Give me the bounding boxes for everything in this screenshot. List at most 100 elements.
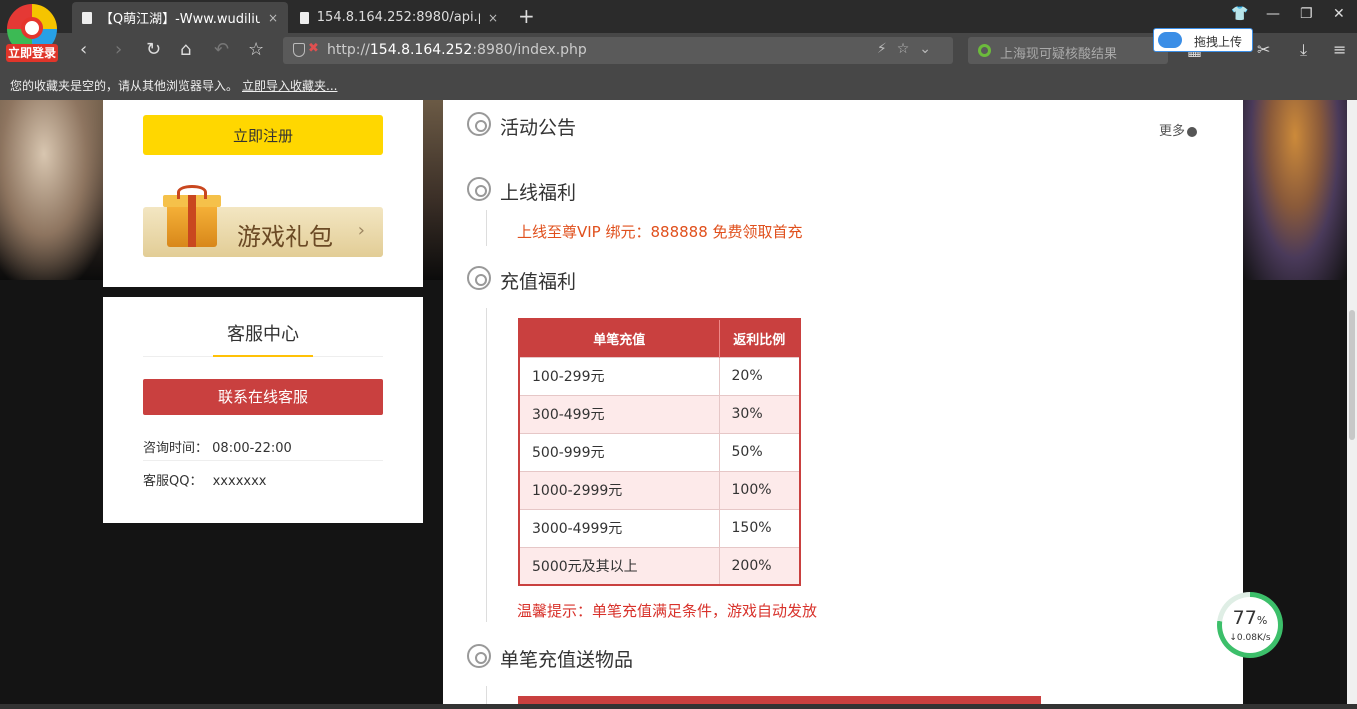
target-icon	[467, 644, 491, 668]
gift-label: 游戏礼包	[237, 223, 333, 251]
register-button[interactable]: 立即注册	[143, 115, 383, 155]
table-row: 100-299元 20%	[519, 356, 801, 395]
download-icon[interactable]: ⤓	[1300, 40, 1307, 60]
shirt-icon[interactable]: 👕	[1231, 6, 1248, 22]
tab-qmeng[interactable]: 【Q萌江湖】-Www.wudiliu.C ×	[72, 2, 288, 33]
table-row: 1000-2999元 100%	[519, 470, 801, 509]
service-qq: 客服QQ： xxxxxxx	[143, 470, 383, 489]
table-cell: 100-299元	[519, 356, 720, 395]
gift-icon	[163, 185, 221, 247]
rebate-table: 单笔充值 返利比例 100-299元 20% 300-499元 30% 500-…	[518, 318, 801, 586]
section-line	[486, 686, 487, 704]
chevron-right-icon: ›	[357, 220, 365, 241]
new-tab-button[interactable]: +	[518, 4, 535, 28]
bookmark-star-icon: ☆	[896, 41, 920, 57]
url-actions[interactable]: ⚡☆⌄	[877, 41, 941, 57]
more-dots-icon	[1187, 126, 1198, 137]
qq-label: 客服QQ：	[143, 474, 203, 489]
close-icon[interactable]: ×	[268, 11, 278, 25]
back-icon[interactable]: ‹	[80, 39, 87, 60]
qq-value: xxxxxxx	[212, 474, 267, 489]
speed-gauge: 77% ↓0.08K/s	[1222, 597, 1278, 653]
recharge-tip: 温馨提示：单笔充值满足条件，游戏自动发放	[517, 602, 818, 620]
target-icon	[467, 177, 491, 201]
register-card: 立即注册 游戏礼包 ›	[103, 100, 423, 287]
scrollbar-thumb[interactable]	[1349, 310, 1355, 440]
section-line	[486, 210, 487, 246]
table-cell: 1000-2999元	[519, 470, 720, 509]
service-hours: 咨询时间： 08:00-22:00	[143, 437, 383, 456]
undo-icon[interactable]: ↶	[214, 39, 229, 60]
table-header: 返利比例	[719, 319, 801, 357]
table-cell: 20%	[719, 356, 801, 395]
table-row: 5000元及其以上 200%	[519, 546, 801, 585]
login-badge[interactable]: 立即登录	[6, 44, 58, 62]
scissors-icon[interactable]: ✂	[1257, 40, 1270, 59]
table-header: 单笔充值	[519, 319, 720, 357]
upload-widget[interactable]: 拖拽上传	[1153, 28, 1253, 52]
more-label: 更多	[1159, 124, 1186, 139]
table-row: 3000-4999元 150%	[519, 508, 801, 547]
browser-logo[interactable]: 立即登录	[6, 4, 58, 62]
table-cell: 150%	[719, 508, 801, 547]
contact-service-button[interactable]: 联系在线客服	[143, 379, 383, 415]
table-cell: 200%	[719, 546, 801, 585]
url-text[interactable]: http://154.8.164.252:8980/index.php	[327, 42, 587, 58]
page-viewport: 立即注册 游戏礼包 › 客服中心 联系在线客服 咨询时间： 08:00-22:0…	[0, 100, 1347, 704]
import-bookmarks-link[interactable]: 立即导入收藏夹...	[242, 77, 337, 94]
home-icon[interactable]: ⌂	[180, 39, 191, 60]
table-cell: 50%	[719, 432, 801, 471]
announcement-title: 活动公告	[500, 117, 577, 139]
upload-label: 拖拽上传	[1194, 35, 1243, 49]
tab-label: 154.8.164.252:8980/api.php	[316, 10, 480, 25]
table-row: 300-499元 30%	[519, 394, 801, 433]
address-bar[interactable]: ✖ http://154.8.164.252:8980/index.php ⚡☆…	[283, 37, 953, 64]
cloud-icon	[1158, 32, 1182, 48]
restore-icon[interactable]: ❐	[1300, 6, 1313, 22]
tab-api[interactable]: 154.8.164.252:8980/api.php ×	[290, 2, 508, 33]
gift-items-title: 单笔充值送物品	[500, 649, 634, 671]
document-icon	[300, 11, 309, 24]
lightning-icon: ⚡	[876, 41, 897, 57]
close-icon[interactable]: ×	[488, 11, 498, 25]
customer-service-card: 客服中心 联系在线客服 咨询时间： 08:00-22:00 客服QQ： xxxx…	[103, 297, 423, 523]
star-icon[interactable]: ☆	[248, 39, 264, 60]
recharge-bonus-title: 充值福利	[500, 271, 577, 293]
target-icon	[467, 266, 491, 290]
network-speed-widget[interactable]: 77% ↓0.08K/s	[1217, 592, 1283, 658]
shield-icon	[293, 43, 305, 57]
more-link[interactable]: 更多	[1159, 120, 1198, 139]
speed-rate: ↓0.08K/s	[1229, 633, 1271, 643]
hours-value: 08:00-22:00	[212, 441, 292, 456]
menu-icon[interactable]: ≡	[1333, 40, 1346, 59]
table-row: 500-999元 50%	[519, 432, 801, 471]
target-icon	[467, 112, 491, 136]
table-cell: 5000元及其以上	[519, 546, 720, 585]
search-box[interactable]: 上海现可疑核酸结果	[968, 37, 1168, 64]
section-line	[486, 308, 487, 622]
chevron-down-icon: ⌄	[919, 41, 941, 57]
refresh-icon[interactable]: ↻	[146, 39, 161, 60]
gift-pack-button[interactable]: 游戏礼包 ›	[143, 185, 383, 257]
search-placeholder: 上海现可疑核酸结果	[1000, 47, 1118, 62]
search-engine-icon	[978, 44, 991, 57]
table-cell: 300-499元	[519, 394, 720, 433]
online-bonus-text: 上线至尊VIP 绑元：888888 免费领取首充	[517, 223, 803, 241]
table-cell: 500-999元	[519, 432, 720, 471]
table-cell: 30%	[719, 394, 801, 433]
table-cell: 100%	[719, 470, 801, 509]
forward-icon[interactable]: ›	[115, 39, 122, 60]
document-icon	[82, 11, 92, 24]
service-title: 客服中心	[227, 324, 299, 345]
close-window-icon[interactable]: ✕	[1333, 6, 1345, 22]
title-underline	[213, 355, 313, 357]
hero-art-right	[1243, 100, 1347, 280]
minimize-icon[interactable]: —	[1266, 6, 1280, 22]
vertical-scrollbar[interactable]	[1347, 100, 1357, 704]
tab-label: 【Q萌江湖】-Www.wudiliu.C	[99, 12, 260, 27]
insecure-icon: ✖	[308, 41, 319, 56]
gift-table-header	[518, 696, 1041, 704]
status-bar	[0, 704, 1357, 709]
table-cell: 3000-4999元	[519, 508, 720, 547]
speed-percent: 77%	[1232, 607, 1268, 629]
